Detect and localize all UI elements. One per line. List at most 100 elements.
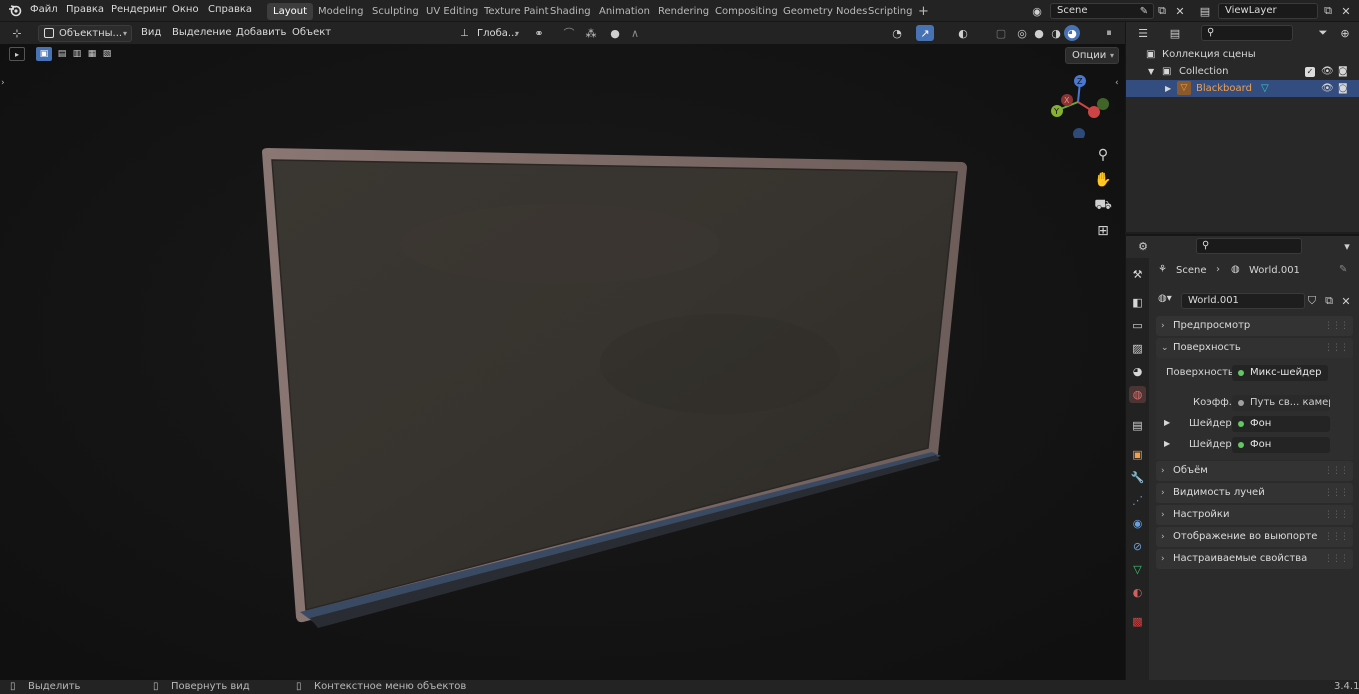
grip-icon[interactable]: ⋮⋮⋮ [1324,527,1349,547]
grip-icon[interactable]: ⋮⋮⋮ [1324,505,1349,525]
render-tab-icon[interactable]: ◧ [1129,294,1146,311]
checkbox-icon[interactable]: ✓ [1305,67,1315,77]
world-tab-icon[interactable]: ◍ [1129,386,1146,403]
falloff-icon[interactable]: ∧ [626,25,644,41]
outliner-search-input[interactable]: ⚲ [1201,25,1293,41]
grip-icon[interactable]: ⋮⋮⋮ [1324,338,1349,358]
menu-object[interactable]: Объект [292,27,331,38]
outliner-row-blackboard[interactable]: ▶ ▽ Blackboard ▽ 👁 ◙ [1126,80,1359,97]
camera-icon[interactable]: ◙ [1338,80,1348,97]
new-view-layer-icon[interactable]: ⧉ [1319,3,1337,19]
new-collection-icon[interactable]: ⊕ [1336,25,1354,41]
panel-volume[interactable]: › Объём ⋮⋮⋮ [1156,461,1353,481]
material-shading-icon[interactable]: ◑ [1047,25,1065,41]
view-layer-field[interactable]: ViewLayer [1218,3,1318,19]
blender-logo-icon[interactable] [8,3,22,17]
panel-ray-visibility[interactable]: › Видимость лучей ⋮⋮⋮ [1156,483,1353,503]
expand-arrow-icon[interactable]: ▶ [1164,418,1170,427]
delete-view-layer-icon[interactable]: ✕ [1337,3,1355,19]
outliner-row-scene-collection[interactable]: ▣ Коллекция сцены [1126,46,1359,63]
orientation-dropdown[interactable]: ⊥ Глоба... ▾ [456,25,524,42]
expand-arrow-icon[interactable]: ▼ [1148,63,1154,80]
menu-help[interactable]: Справка [208,4,252,15]
eye-icon[interactable]: 👁 [1321,63,1334,80]
particles-tab-icon[interactable]: ⋰ [1129,492,1146,509]
overlays-icon[interactable]: ◐ [954,25,972,41]
fake-user-shield-icon[interactable]: ⛉ [1303,293,1321,309]
tab-shading[interactable]: Shading [544,3,597,20]
menu-file[interactable]: Файл [30,4,58,15]
panel-custom-props[interactable]: › Настраиваемые свойства ⋮⋮⋮ [1156,549,1353,569]
panel-surface[interactable]: ⌄ Поверхность ⋮⋮⋮ [1156,338,1353,358]
menu-edit[interactable]: Правка [66,4,104,15]
display-mode-icon[interactable]: ▤ [1166,25,1184,41]
snap-icon[interactable]: ⌒ [560,25,578,41]
select-new-icon[interactable]: ▣ [36,47,52,61]
world-name-field[interactable]: World.001 [1181,293,1305,309]
tab-uv-editing[interactable]: UV Editing [420,3,484,20]
filter-icon[interactable]: ⏷ [1314,25,1332,41]
outliner-row-collection[interactable]: ▼ ▣ Collection ✓ 👁 ◙ [1126,63,1359,80]
delete-scene-icon[interactable]: ✕ [1171,3,1189,19]
pause-render-icon[interactable]: ⏸ [1100,25,1118,41]
mode-dropdown[interactable]: Объектны... ▾ [38,25,132,42]
menu-add[interactable]: Добавить [236,27,286,38]
editor-type-icon[interactable]: ⊹ [8,25,26,41]
options-dropdown[interactable]: Опции ▾ [1065,47,1119,64]
pin-icon[interactable]: ✎ [1135,3,1153,19]
tool-tab-icon[interactable]: ⚒ [1129,266,1146,283]
new-scene-icon[interactable]: ⧉ [1153,3,1171,19]
grip-icon[interactable]: ⋮⋮⋮ [1324,483,1349,503]
shader1-field[interactable]: Фон [1232,416,1330,432]
perspective-grid-icon[interactable]: ⊞ [1092,220,1114,242]
visibility-icon[interactable]: ◔ [888,25,906,41]
menu-view[interactable]: Вид [141,27,161,38]
properties-options-icon[interactable]: ▾ [1338,238,1356,254]
object-tab-icon[interactable]: ▣ [1129,446,1146,463]
modifier-tab-icon[interactable]: 🔧 [1129,469,1146,486]
grip-icon[interactable]: ⋮⋮⋮ [1324,549,1349,569]
select-subtract-icon[interactable]: ▥ [69,47,85,61]
tab-animation[interactable]: Animation [593,3,656,20]
grip-icon[interactable]: ⋮⋮⋮ [1324,316,1349,336]
camera-view-icon[interactable]: ⛟ [1092,195,1114,217]
data-tab-icon[interactable]: ▽ [1129,561,1146,578]
proportional-edit-icon[interactable]: ● [606,25,624,41]
select-intersect-icon[interactable]: ▧ [99,47,115,61]
menu-render[interactable]: Рендеринг [111,4,167,15]
tab-layout[interactable]: Layout [267,3,313,20]
unlink-world-icon[interactable]: ✕ [1337,293,1355,309]
material-tab-icon[interactable]: ◐ [1129,584,1146,601]
properties-editor-icon[interactable]: ⚙ [1134,238,1152,254]
outliner-editor-icon[interactable]: ☰ [1134,25,1152,41]
toolbar-expand-icon[interactable]: › [1,78,5,88]
world-browse-icon[interactable]: ◍▾ [1158,293,1172,304]
tab-modeling[interactable]: Modeling [312,3,370,20]
tab-rendering[interactable]: Rendering [652,3,715,20]
scene-tab-icon[interactable]: ◕ [1129,363,1146,380]
tool-select-icon[interactable]: ▸ [9,47,25,61]
blackboard-render[interactable] [0,44,1125,680]
physics-tab-icon[interactable]: ◉ [1129,515,1146,532]
sidebar-expand-icon[interactable]: ‹ [1115,78,1119,88]
3d-viewport[interactable] [0,44,1125,680]
panel-preview[interactable]: › Предпросмотр ⋮⋮⋮ [1156,316,1353,336]
collection-tab-icon[interactable]: ▤ [1129,417,1146,434]
view-layer-icon[interactable]: ▤ [1196,3,1214,19]
expand-arrow-icon[interactable]: ▶ [1164,439,1170,448]
rendered-shading-icon[interactable]: ◕ [1064,25,1080,41]
mesh-data-icon[interactable]: ▽ [1261,80,1269,97]
tab-sculpting[interactable]: Sculpting [366,3,425,20]
view-layer-tab-icon[interactable]: ▨ [1129,340,1146,357]
constraints-tab-icon[interactable]: ⊘ [1129,538,1146,555]
eye-icon[interactable]: 👁 [1321,80,1334,97]
fac-input-field[interactable]: Путь св... камеры [1232,395,1330,411]
duplicate-world-icon[interactable]: ⧉ [1320,293,1338,309]
wireframe-shading-icon[interactable]: ◎ [1013,25,1031,41]
zoom-icon[interactable]: ⚲ [1092,144,1114,166]
shader2-field[interactable]: Фон [1232,437,1330,453]
xray-icon[interactable]: ▢ [992,25,1010,41]
pin-icon[interactable]: ✎ [1339,264,1347,275]
gizmo-toggle-icon[interactable]: ↗ [916,25,934,41]
texture-tab-icon[interactable]: ▩ [1129,613,1146,630]
